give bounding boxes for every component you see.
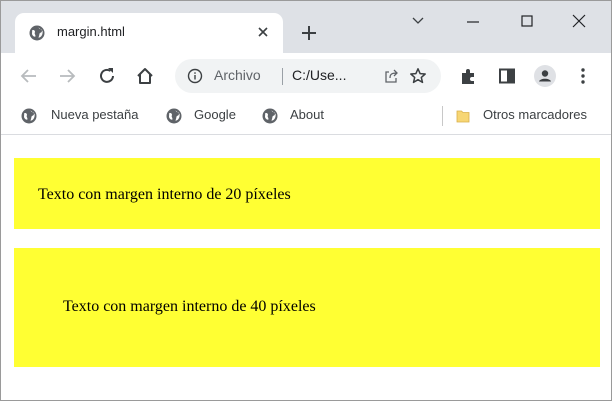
folder-icon: [456, 110, 470, 123]
globe-icon: [21, 108, 37, 124]
bookmark-label: About: [290, 107, 324, 122]
side-panel-icon[interactable]: [497, 66, 517, 86]
padding-20-box: Texto con margen interno de 20 píxeles: [14, 158, 600, 229]
padding-40-text: Texto con margen interno de 40 píxeles: [63, 298, 316, 315]
home-icon[interactable]: [135, 66, 155, 86]
new-tab-icon[interactable]: [301, 25, 317, 41]
bookmark-google[interactable]: Google: [166, 107, 246, 125]
tab-strip: margin.html: [1, 1, 611, 53]
tab-title: margin.html: [57, 24, 125, 39]
bookmark-about[interactable]: About: [262, 107, 337, 125]
star-icon[interactable]: [409, 67, 427, 85]
padding-20-text: Texto con margen interno de 20 píxeles: [38, 186, 291, 203]
globe-icon: [166, 108, 182, 124]
window-close-icon[interactable]: [569, 12, 589, 30]
info-icon[interactable]: [187, 68, 203, 84]
bookmark-nueva-pestana[interactable]: Nueva pestaña: [21, 107, 151, 125]
url-text[interactable]: C:/Use...: [292, 67, 346, 83]
forward-arrow-icon[interactable]: [57, 66, 77, 86]
globe-icon: [29, 25, 45, 41]
toolbar: Archivo C:/Use...: [1, 53, 611, 99]
close-icon[interactable]: [255, 24, 271, 40]
bookmark-label: Nueva pestaña: [51, 107, 139, 122]
page-viewport: Texto con margen interno de 20 píxeles T…: [1, 136, 611, 400]
padding-40-box: Texto con margen interno de 40 píxeles: [14, 248, 600, 367]
profile-avatar-icon[interactable]: [534, 65, 556, 87]
bookmarks-bar: Nueva pestaña Google About Otros marcado…: [1, 99, 611, 135]
reload-icon[interactable]: [97, 66, 117, 86]
chevron-down-icon[interactable]: [412, 17, 424, 25]
share-icon[interactable]: [383, 68, 399, 84]
address-bar[interactable]: Archivo C:/Use...: [175, 59, 441, 93]
extensions-puzzle-icon[interactable]: [459, 66, 479, 86]
bookmarks-divider: [442, 106, 443, 126]
browser-window: margin.html Archivo C:/Use... Nueva pest…: [0, 0, 612, 401]
back-arrow-icon[interactable]: [19, 66, 39, 86]
bookmark-label: Otros marcadores: [483, 107, 588, 122]
bookmark-label: Google: [194, 107, 236, 122]
page-scheme-label: Archivo: [214, 67, 261, 83]
tab-margin[interactable]: margin.html: [15, 13, 283, 53]
menu-dots-icon[interactable]: [573, 66, 593, 86]
minimize-icon[interactable]: [463, 15, 483, 29]
globe-icon: [262, 108, 278, 124]
bookmark-otros-marcadores[interactable]: Otros marcadores: [455, 107, 605, 125]
omnibox-separator: [282, 68, 283, 85]
maximize-icon[interactable]: [517, 13, 537, 29]
